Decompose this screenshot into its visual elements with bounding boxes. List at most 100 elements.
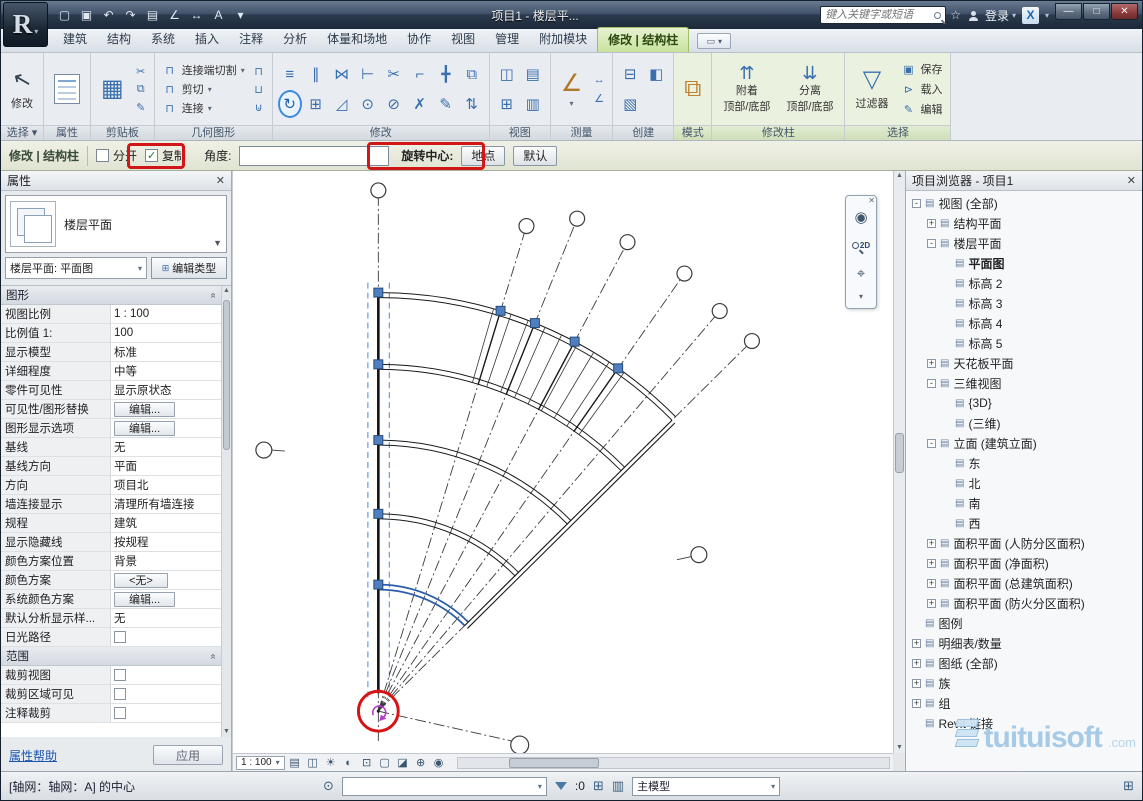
canvas-vertical-scrollbar[interactable]: ▲ ▼ — [893, 171, 905, 753]
property-value[interactable]: 编辑... — [111, 590, 221, 608]
design-options-combo[interactable]: 主模型 ▾ — [632, 777, 780, 796]
tree-expander[interactable]: + — [927, 359, 936, 368]
filter-icon[interactable] — [555, 782, 567, 790]
chevron-down-icon[interactable]: ▼ — [213, 238, 222, 248]
scroll-up-icon[interactable]: ▲ — [222, 286, 231, 296]
worksets-combo[interactable]: ▾ — [342, 777, 547, 796]
default-button[interactable]: 默认 — [513, 146, 557, 166]
panel-label-modify[interactable]: 修改 — [273, 125, 489, 140]
scrollbar-thumb[interactable] — [509, 758, 599, 768]
property-value[interactable]: 中等 — [111, 362, 221, 380]
tree-expander[interactable]: + — [927, 559, 936, 568]
offset-icon[interactable]: ∥ — [304, 60, 328, 88]
search-input[interactable] — [825, 9, 930, 21]
project-browser-header[interactable]: 项目浏览器 - 项目1 ✕ — [906, 171, 1142, 191]
copy-icon[interactable]: ⧉ — [460, 60, 484, 88]
sun-path-icon[interactable]: ☀ — [323, 756, 339, 770]
angle-input[interactable] — [239, 146, 389, 166]
browser-item[interactable]: -▤立面 (建筑立面) — [906, 433, 1142, 453]
property-value[interactable] — [111, 666, 221, 684]
search-icon[interactable] — [934, 12, 941, 19]
property-value[interactable]: 标准 — [111, 343, 221, 361]
copy-option[interactable]: 复制 — [145, 147, 186, 164]
browser-item[interactable]: +▤面积平面 (防火分区面积) — [906, 593, 1142, 613]
minimize-button[interactable]: — — [1055, 3, 1082, 20]
tree-expander[interactable]: - — [927, 379, 936, 388]
browser-item[interactable]: ▤{3D} — [906, 393, 1142, 413]
panel-label-view[interactable]: 视图 — [490, 125, 550, 140]
tree-expander[interactable]: + — [927, 579, 936, 588]
disjoin-checkbox[interactable] — [96, 149, 109, 162]
close-icon[interactable]: ✕ — [1127, 174, 1136, 187]
browser-item[interactable]: +▤结构平面 — [906, 213, 1142, 233]
browser-item[interactable]: ▤标高 5 — [906, 333, 1142, 353]
save-icon[interactable]: ▣ — [77, 6, 96, 25]
select-by-face-icon[interactable]: ⊞ — [593, 778, 604, 794]
property-value[interactable]: 平面 — [111, 457, 221, 475]
browser-item[interactable]: -▤楼层平面 — [906, 233, 1142, 253]
browser-item[interactable]: +▤面积平面 (总建筑面积) — [906, 573, 1142, 593]
ribbon-tab[interactable]: 建筑 — [53, 27, 97, 52]
unpin-icon[interactable]: ⊘ — [382, 90, 406, 118]
ribbon-tab[interactable]: 注释 — [229, 27, 273, 52]
property-value[interactable]: 背景 — [111, 552, 221, 570]
edit-button[interactable]: 编辑... — [114, 402, 175, 417]
plan-region-icon[interactable]: ⊞ — [495, 90, 519, 118]
panel-label-selection[interactable]: 选择 — [845, 125, 950, 140]
tree-expander[interactable]: - — [927, 239, 936, 248]
selected-arc-wall[interactable] — [378, 585, 468, 626]
selection-save-button[interactable]: ▣保存 — [897, 60, 945, 78]
property-value[interactable]: 按规程 — [111, 533, 221, 551]
match-type-icon[interactable]: ✎ — [434, 90, 458, 118]
shadows-icon[interactable]: ◐ — [341, 756, 357, 770]
view-reference-icon[interactable]: ▤ — [521, 60, 545, 88]
login-button[interactable]: 登录 — [985, 7, 1009, 24]
property-value[interactable]: 编辑... — [111, 400, 221, 418]
viewports-icon[interactable]: ▥ — [521, 90, 545, 118]
create-group-icon[interactable]: ⊟ — [618, 60, 642, 88]
scroll-up-icon[interactable]: ▲ — [894, 171, 905, 181]
open-icon[interactable]: ▢ — [55, 6, 74, 25]
reveal-hidden-elements-icon[interactable]: ◉ — [431, 756, 447, 770]
property-value[interactable] — [111, 628, 221, 646]
print-icon[interactable]: ▤ — [143, 6, 162, 25]
join-geometry-icon[interactable]: ⊍ — [251, 99, 267, 115]
ribbon-tab[interactable]: 体量和场地 — [317, 27, 397, 52]
properties-button[interactable] — [49, 72, 85, 106]
cut-icon[interactable]: ✂ — [133, 63, 149, 79]
selection-load-button[interactable]: ⊳载入 — [897, 80, 945, 98]
trim-extend-icon[interactable]: ⊢ — [356, 60, 380, 88]
browser-item[interactable]: ▤标高 2 — [906, 273, 1142, 293]
scrollbar-thumb[interactable] — [895, 433, 904, 473]
rendering-icon[interactable]: ⊡ — [359, 756, 375, 770]
customize-qat-icon[interactable]: ▾ — [231, 6, 250, 25]
apply-button[interactable]: 应用 — [153, 745, 223, 765]
paste-aligned-icon[interactable]: ⇅ — [460, 90, 484, 118]
ribbon-tab[interactable]: 插入 — [185, 27, 229, 52]
type-selector[interactable]: 楼层平面 ▼ — [5, 195, 227, 253]
tree-expander[interactable]: + — [927, 599, 936, 608]
view-selector-combo[interactable]: 楼层平面: 平面图 ▾ — [5, 257, 147, 279]
redo-icon[interactable]: ↷ — [121, 6, 140, 25]
undo-icon[interactable]: ↶ — [99, 6, 118, 25]
browser-item[interactable]: +▤面积平面 (人防分区面积) — [906, 533, 1142, 553]
property-value[interactable]: 编辑... — [111, 419, 221, 437]
drag-elements-icon[interactable]: ▥ — [612, 778, 624, 794]
scrollbar-thumb[interactable] — [223, 300, 230, 450]
edit-button[interactable]: <无> — [114, 573, 168, 588]
tree-expander[interactable]: + — [912, 699, 921, 708]
edit-button[interactable]: 编辑... — [114, 592, 175, 607]
property-value[interactable]: 建筑 — [111, 514, 221, 532]
panel-label-modify-column[interactable]: 修改柱 — [712, 125, 844, 140]
chevron-down-icon[interactable]: ▾ — [859, 292, 863, 301]
maximize-button[interactable]: □ — [1083, 3, 1110, 20]
text-icon[interactable]: A — [209, 6, 228, 25]
detail-level-icon[interactable]: ▤ — [287, 756, 303, 770]
cope-icon[interactable]: ⊓ — [251, 63, 267, 79]
drawing-view[interactable]: ✕ ◉ 2D ⌖ ▾ — [233, 171, 893, 753]
modify-button[interactable]: ↖ 修改 — [6, 65, 38, 113]
view-scale-button[interactable]: 1 : 100 ▾ — [236, 756, 285, 770]
browser-item[interactable]: ▤(三维) — [906, 413, 1142, 433]
canvas-horizontal-scrollbar[interactable] — [457, 757, 890, 769]
browser-item[interactable]: -▤三维视图 — [906, 373, 1142, 393]
